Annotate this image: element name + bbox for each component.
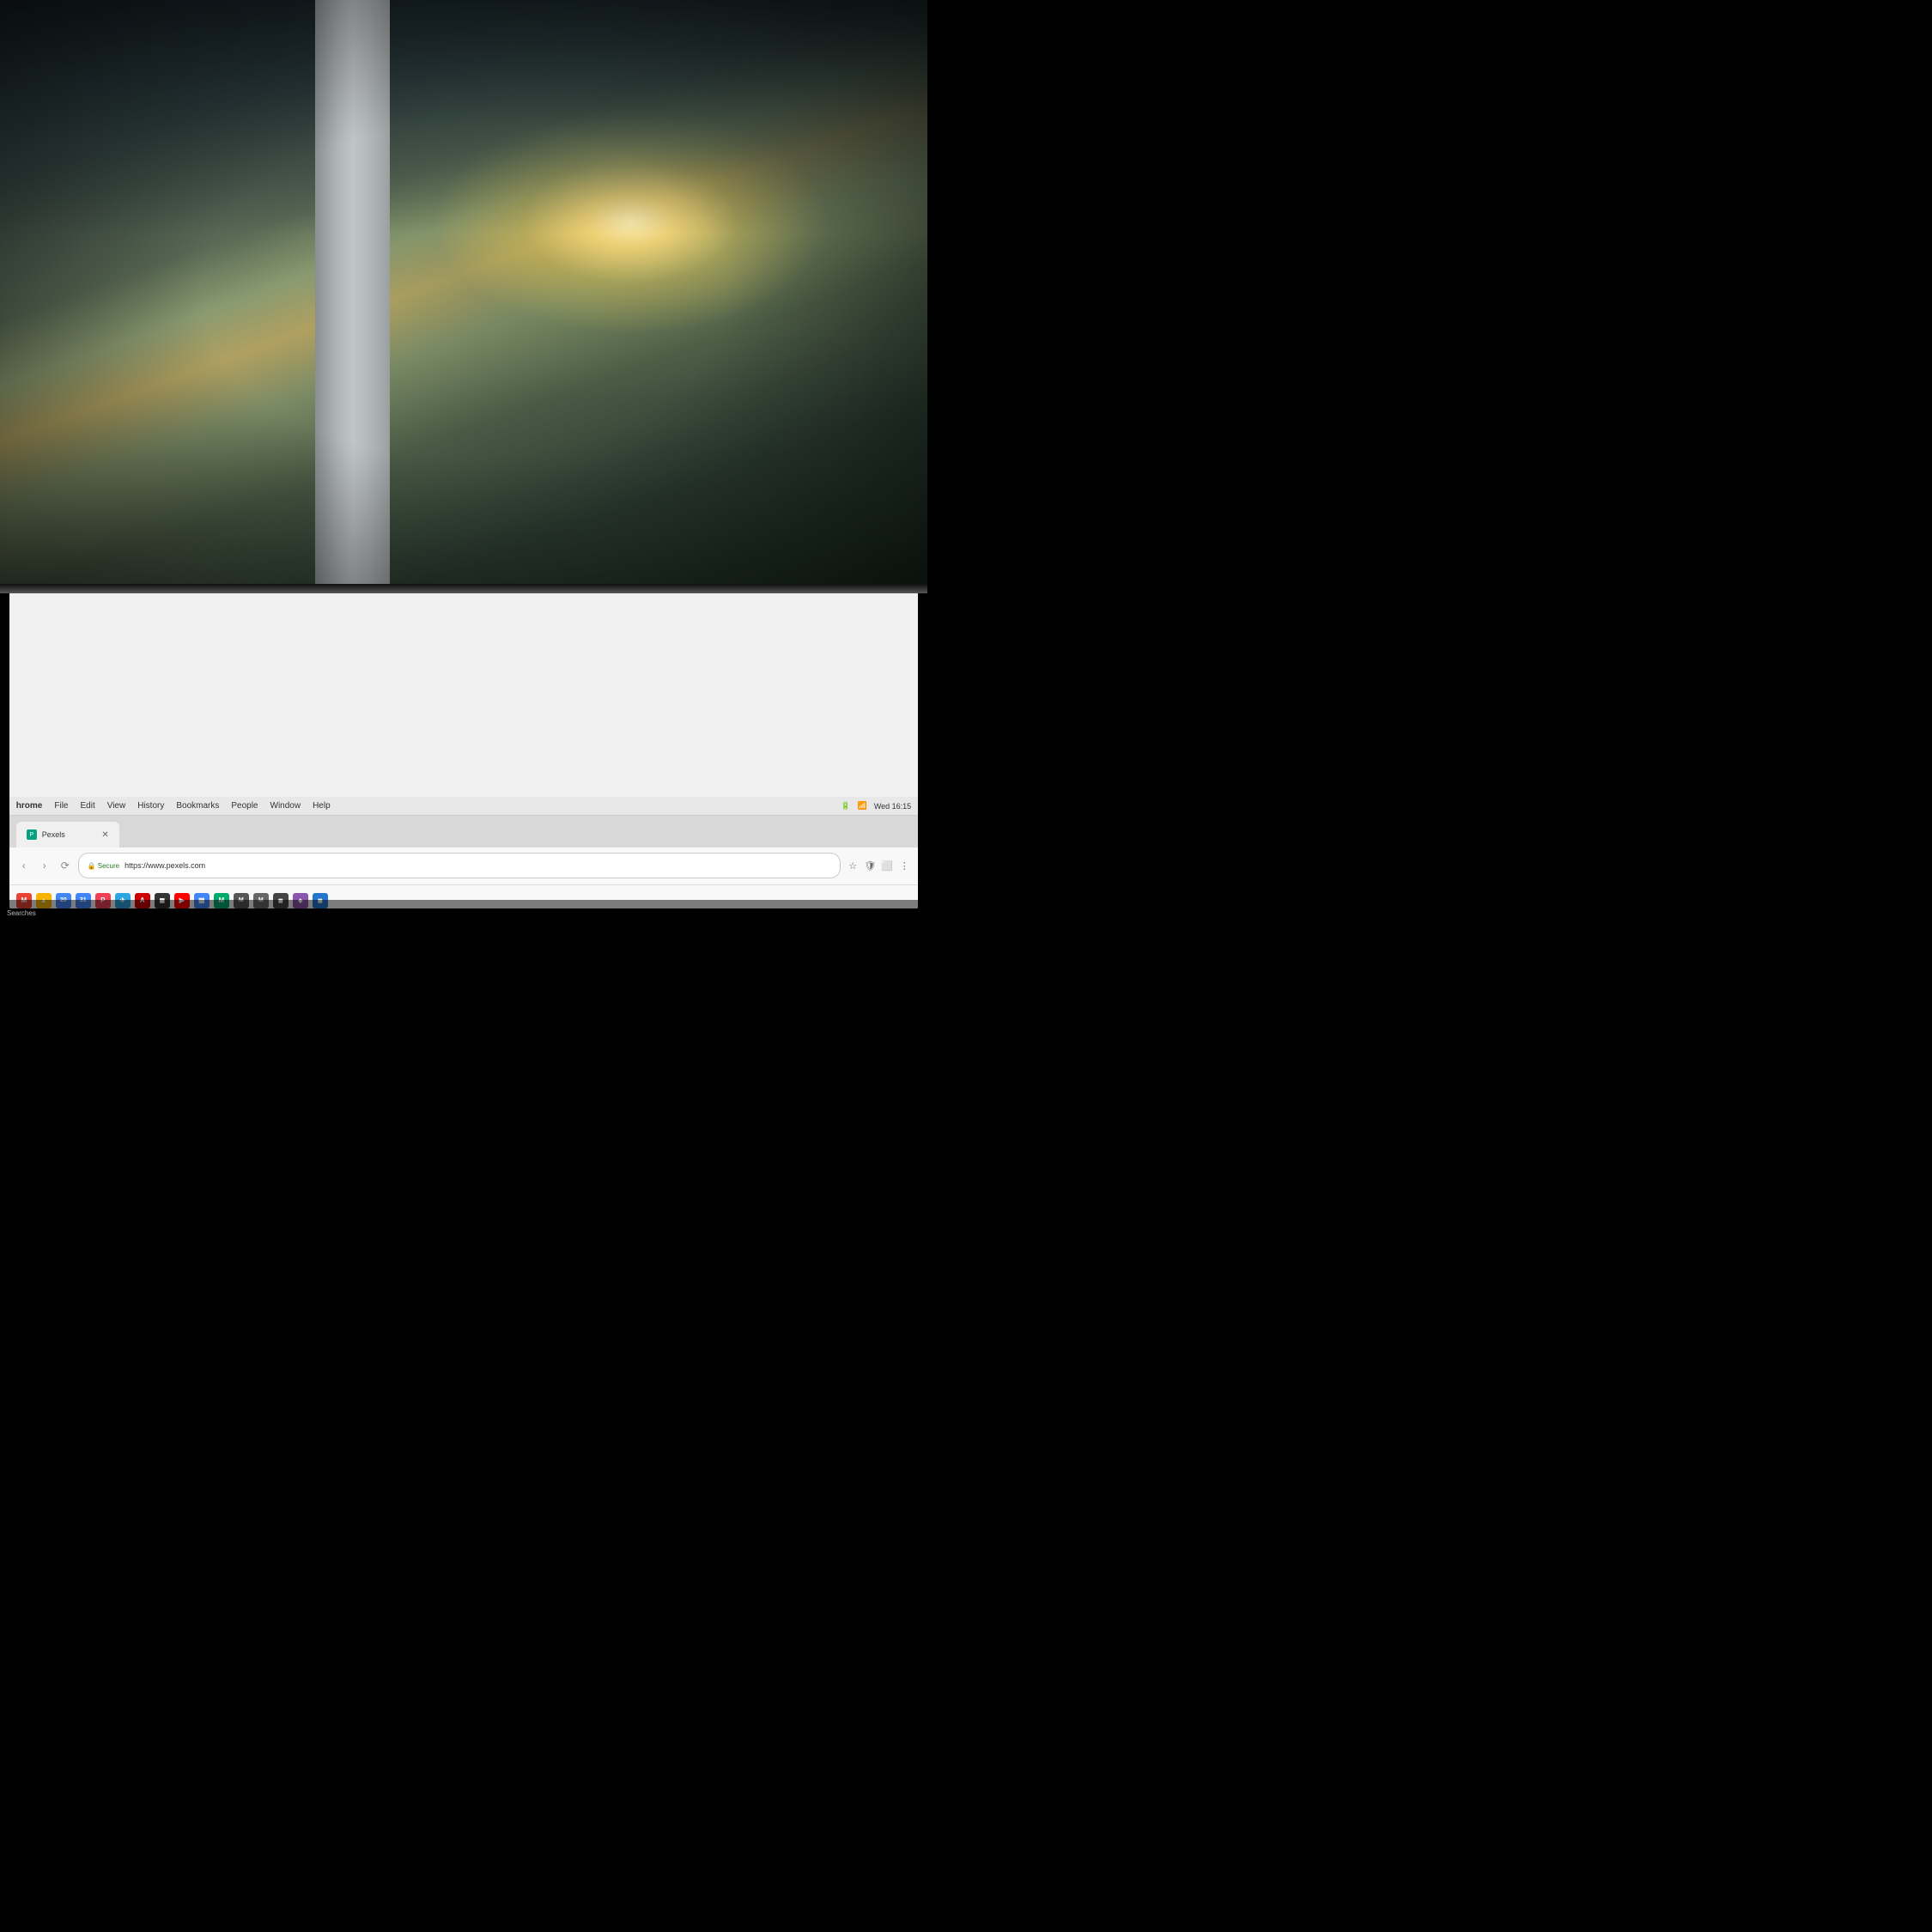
url-bar[interactable]: 🔒 Secure https://www.pexels.com	[78, 853, 841, 878]
menu-edit[interactable]: Edit	[80, 801, 94, 811]
time-display: Wed 16:15	[874, 802, 911, 811]
tab-title: Pexels	[42, 830, 65, 839]
secure-indicator: 🔒 Secure	[88, 862, 119, 870]
menu-bar: hrome File Edit View History Bookmarks P…	[9, 797, 918, 816]
url-text: https://www.pexels.com	[125, 861, 205, 870]
tab-bar: P Pexels ✕	[9, 816, 918, 848]
status-bar: Searches	[0, 900, 927, 927]
status-text: Searches	[7, 909, 36, 917]
reload-button[interactable]: ⟳	[58, 858, 73, 873]
menu-history[interactable]: History	[137, 801, 164, 811]
menu-hrome[interactable]: hrome	[16, 801, 43, 811]
forward-button[interactable]: ›	[37, 858, 52, 873]
browser-tab-pexels[interactable]: P Pexels ✕	[16, 822, 119, 847]
menu-view[interactable]: View	[107, 801, 126, 811]
tab-favicon: P	[27, 829, 37, 840]
address-bar: ‹ › ⟳ 🔒 Secure https://www.pexels.com ☆ …	[9, 848, 918, 885]
back-button[interactable]: ‹	[16, 858, 32, 873]
extensions-button[interactable]: ⬜	[880, 859, 894, 872]
wifi-icon: 📶	[858, 801, 867, 811]
menu-bar-items: hrome File Edit View History Bookmarks P…	[16, 801, 331, 811]
browser-chrome: hrome File Edit View History Bookmarks P…	[9, 797, 918, 908]
menu-file[interactable]: File	[54, 801, 68, 811]
menu-people[interactable]: People	[231, 801, 258, 811]
menu-bookmarks[interactable]: Bookmarks	[176, 801, 219, 811]
screen-bezel	[0, 584, 927, 593]
bookmark-button[interactable]: ☆	[846, 859, 860, 872]
tab-close-button[interactable]: ✕	[101, 830, 108, 840]
address-bar-actions: ☆ 🛡 ⬜ ⋮	[846, 859, 911, 872]
more-button[interactable]: ⋮	[897, 859, 911, 872]
monitor-screen: hrome File Edit View History Bookmarks P…	[9, 593, 918, 908]
pillar	[315, 0, 389, 584]
menu-window[interactable]: Window	[270, 801, 301, 811]
background-photo	[0, 0, 927, 584]
menu-help[interactable]: Help	[313, 801, 331, 811]
battery-icon: 🔋	[841, 801, 850, 811]
shield-button[interactable]: 🛡	[863, 859, 877, 872]
menu-bar-right: 🔋 📶 Wed 16:15	[841, 801, 911, 811]
photo-layer	[0, 0, 927, 584]
